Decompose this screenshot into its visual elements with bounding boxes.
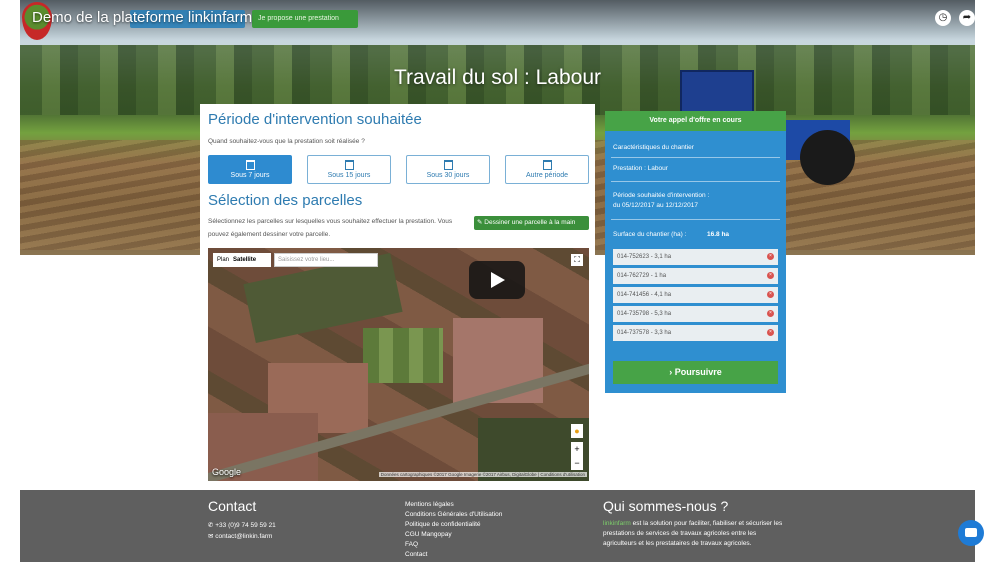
parcel-map[interactable]: Plan Satellite Saisissez votre lieu... ⛶…: [208, 248, 589, 481]
about-title: Qui sommes-nous ?: [603, 498, 729, 514]
period-30-days-button[interactable]: Sous 30 jours: [406, 155, 490, 184]
parcel-item: 014-752623 - 3,1 ha ×: [613, 249, 778, 265]
remove-parcel-icon[interactable]: ×: [767, 253, 774, 260]
map-search-input[interactable]: Saisissez votre lieu...: [274, 253, 378, 267]
offer-period-value: du 05/12/2017 au 12/12/2017: [613, 202, 698, 209]
offer-period-label: Période souhaitée d'intervention :: [613, 192, 710, 199]
share-icon[interactable]: ➦: [959, 10, 975, 26]
offer-surface-value: 16.8 ha: [707, 231, 730, 238]
calendar-icon: [245, 160, 255, 170]
offer-characteristics: Caractéristiques du chantier: [613, 144, 694, 151]
period-question: Quand souhaitez-vous que la prestation s…: [208, 138, 365, 145]
period-15-days-button[interactable]: Sous 15 jours: [307, 155, 391, 184]
remove-parcel-icon[interactable]: ×: [767, 272, 774, 279]
period-7-days-button[interactable]: Sous 7 jours: [208, 155, 292, 184]
footer-link-cgu[interactable]: Conditions Générales d'Utilisation: [405, 510, 502, 520]
parcel-item: 014-762729 - 1 ha ×: [613, 268, 778, 284]
main-card: Période d'intervention souhaitée Quand s…: [200, 104, 595, 486]
parcels-instructions-2: pouvez également dessiner votre parcelle…: [208, 231, 331, 238]
divider: [611, 157, 780, 158]
parcels-instructions-1: Sélectionnez les parcelles sur lesquelle…: [208, 218, 453, 225]
contact-email[interactable]: ✉ contact@linkin.farm: [208, 532, 272, 542]
remove-parcel-icon[interactable]: ×: [767, 310, 774, 317]
hero-title: Travail du sol : Labour: [394, 66, 601, 89]
offer-panel: Votre appel d'offre en cours Caractérist…: [605, 111, 786, 393]
offer-prestation: Prestation : Labour: [613, 165, 668, 172]
video-actions: ◷ ➦: [935, 8, 975, 28]
footer-link-privacy[interactable]: Politique de confidentialité: [405, 520, 481, 530]
draw-parcel-button[interactable]: ✎ Dessiner une parcelle à la main: [474, 216, 589, 230]
fullscreen-icon[interactable]: ⛶: [571, 254, 583, 266]
calendar-icon: [344, 160, 354, 170]
calendar-icon: [443, 160, 453, 170]
parcel-item: 014-735798 - 5,3 ha ×: [613, 306, 778, 322]
zoom-in-icon[interactable]: +: [571, 442, 583, 456]
remove-parcel-icon[interactable]: ×: [767, 329, 774, 336]
divider: [611, 181, 780, 182]
map-type-satellite[interactable]: Satellite: [233, 257, 256, 263]
calendar-icon: [542, 160, 552, 170]
zoom-control[interactable]: + −: [571, 442, 583, 470]
period-other-button[interactable]: Autre période: [505, 155, 589, 184]
parcel-item: 014-741456 - 4,1 ha ×: [613, 287, 778, 303]
offer-header: Votre appel d'offre en cours: [605, 111, 786, 131]
page-frame: Je propose une prestation Demo de la pla…: [20, 0, 975, 562]
pegman-icon[interactable]: ●: [571, 424, 583, 438]
period-title: Période d'intervention souhaitée: [208, 111, 422, 128]
chat-icon[interactable]: [958, 520, 984, 546]
map-type-toggle[interactable]: Plan Satellite: [213, 253, 271, 267]
parcel-item: 014-737578 - 3,3 ha ×: [613, 325, 778, 341]
footer-link-legal[interactable]: Mentions légales: [405, 500, 454, 510]
contact-phone[interactable]: ✆ +33 (0)9 74 59 59 21: [208, 521, 276, 531]
clock-icon[interactable]: ◷: [935, 10, 951, 26]
continue-button[interactable]: › Poursuivre: [613, 361, 778, 384]
nav-offer-button[interactable]: Je propose une prestation: [252, 10, 358, 28]
zoom-out-icon[interactable]: −: [571, 456, 583, 470]
remove-parcel-icon[interactable]: ×: [767, 291, 774, 298]
offer-surface-label: Surface du chantier (ha) :: [613, 231, 687, 238]
map-type-plan[interactable]: Plan: [217, 257, 229, 263]
footer-link-mangopay[interactable]: CGU Mangopay: [405, 530, 452, 540]
parcels-title: Sélection des parcelles: [208, 192, 363, 209]
contact-title: Contact: [208, 498, 257, 514]
about-brand[interactable]: linkinfarm: [603, 520, 631, 527]
video-title[interactable]: Demo de la plateforme linkinfarm: [32, 9, 252, 26]
divider: [611, 219, 780, 220]
about-text: linkinfarm est la solution pour facilite…: [603, 520, 783, 547]
footer-link-contact[interactable]: Contact: [405, 550, 427, 560]
footer-link-faq[interactable]: FAQ: [405, 540, 418, 550]
google-logo: Google: [212, 467, 242, 477]
footer: Contact ✆ +33 (0)9 74 59 59 21 ✉ contact…: [20, 490, 975, 562]
video-play-button[interactable]: [469, 261, 525, 299]
map-attribution[interactable]: Données cartographiques ©2017 Google Ima…: [378, 472, 587, 477]
video-top-bar: Je propose une prestation Demo de la pla…: [20, 0, 975, 40]
